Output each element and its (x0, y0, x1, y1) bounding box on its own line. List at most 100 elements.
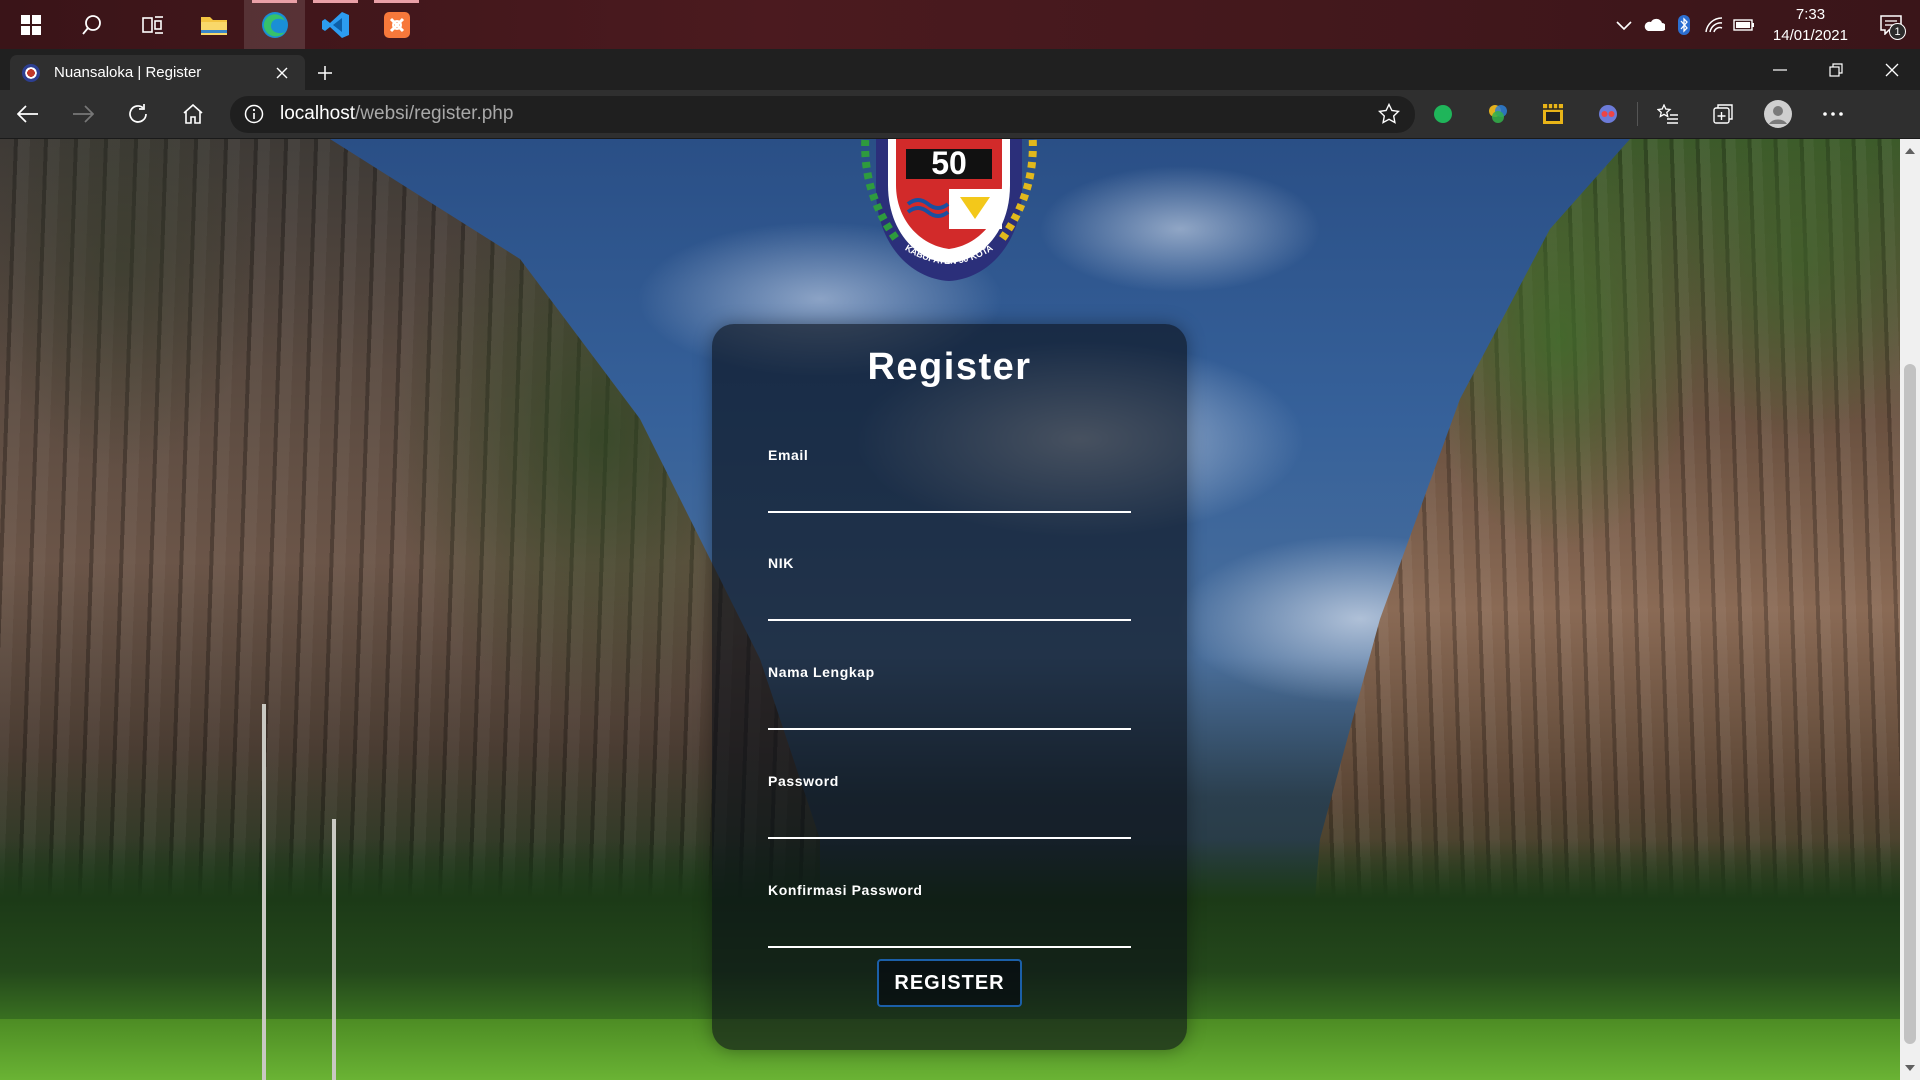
regency-emblem-logo: 50 KABUPATEN 50 KOTA (861, 139, 1037, 281)
task-view-icon (141, 15, 163, 34)
taskbar-clock[interactable]: 7:33 14/01/2021 (1759, 4, 1862, 46)
restore-icon (1829, 62, 1843, 77)
background-power-pole (262, 704, 266, 1080)
plus-icon (318, 65, 332, 80)
more-horizontal-icon (1822, 112, 1843, 116)
xampp-icon (383, 11, 410, 38)
task-view-button[interactable] (122, 0, 183, 49)
browser-toolbar: localhost/websi/register.php (0, 90, 1920, 139)
extension-color-picker[interactable] (1470, 90, 1525, 139)
clock-date: 14/01/2021 (1772, 26, 1848, 44)
tray-overflow-button[interactable] (1609, 0, 1639, 49)
star-icon (1378, 103, 1400, 124)
profile-button[interactable] (1750, 90, 1805, 139)
system-tray: 7:33 14/01/2021 1 (1609, 0, 1920, 49)
minimize-icon (1773, 68, 1787, 71)
settings-menu-button[interactable] (1805, 90, 1860, 139)
clock-time: 7:33 (1795, 5, 1826, 23)
home-button[interactable] (165, 90, 220, 139)
battery-icon (1733, 18, 1754, 31)
taskbar-edge[interactable] (244, 0, 305, 49)
name-field-group: Nama Lengkap (768, 664, 1131, 730)
edge-icon (261, 11, 288, 38)
page-scrollbar[interactable] (1900, 139, 1920, 1080)
background-power-pole (332, 819, 336, 1080)
password-input[interactable] (768, 805, 1131, 839)
close-icon (276, 67, 288, 78)
collections-icon (1712, 104, 1733, 124)
confirm-password-field-group: Konfirmasi Password (768, 882, 1131, 948)
arrow-right-icon (72, 105, 94, 123)
clapperboard-extension-icon (1542, 104, 1563, 124)
back-button[interactable] (0, 90, 55, 139)
vscode-icon (321, 11, 349, 38)
action-center-button[interactable]: 1 (1862, 0, 1920, 49)
site-info-icon[interactable] (242, 102, 266, 126)
refresh-button[interactable] (110, 90, 165, 139)
site-favicon-icon (22, 63, 40, 82)
scroll-down-button[interactable] (1900, 1058, 1920, 1078)
close-window-button[interactable] (1864, 49, 1920, 90)
caret-up-icon (1905, 148, 1915, 154)
taskbar-xampp[interactable] (366, 0, 427, 49)
folder-icon (200, 16, 227, 35)
home-icon (182, 104, 203, 124)
address-host: localhost (280, 103, 355, 124)
mask-extension-icon (1598, 105, 1617, 123)
register-button[interactable]: REGISTER (877, 959, 1022, 1007)
address-path: /websi/register.php (355, 103, 514, 124)
minimize-button[interactable] (1752, 49, 1808, 90)
favorites-button[interactable] (1640, 90, 1695, 139)
nik-field-group: NIK (768, 555, 1131, 621)
start-button[interactable] (0, 0, 61, 49)
confirm-password-label: Konfirmasi Password (768, 882, 923, 898)
bluetooth-icon (1677, 14, 1690, 35)
forward-button[interactable] (55, 90, 110, 139)
wifi-tray[interactable] (1699, 0, 1729, 49)
chevron-up-icon (1616, 20, 1632, 30)
nik-input[interactable] (768, 587, 1131, 621)
form-title: Register (867, 346, 1032, 388)
windows-logo-icon (20, 14, 41, 35)
full-name-input[interactable] (768, 696, 1131, 730)
nik-label: NIK (768, 555, 794, 571)
wifi-icon (1705, 16, 1723, 32)
green-circle-extension-icon (1433, 105, 1452, 123)
password-field-group: Password (768, 773, 1131, 839)
scroll-up-button[interactable] (1900, 141, 1920, 161)
onedrive-tray[interactable] (1639, 0, 1669, 49)
tab-close-button[interactable] (271, 62, 293, 84)
browser-tab-active[interactable]: Nuansaloka | Register (10, 55, 305, 90)
taskbar-file-explorer[interactable] (183, 0, 244, 49)
full-name-label: Nama Lengkap (768, 664, 875, 680)
emblem-number: 50 (931, 145, 967, 181)
email-label: Email (768, 447, 809, 463)
extension-mask[interactable] (1580, 90, 1635, 139)
battery-tray[interactable] (1729, 0, 1759, 49)
notification-count-badge: 1 (1889, 23, 1906, 40)
close-icon (1885, 63, 1899, 76)
new-tab-button[interactable] (305, 55, 345, 90)
address-bar[interactable]: localhost/websi/register.php (230, 95, 1415, 133)
bluetooth-tray[interactable] (1669, 0, 1699, 49)
extension-clapper[interactable] (1525, 90, 1580, 139)
restore-button[interactable] (1808, 49, 1864, 90)
search-icon (81, 14, 101, 35)
collections-button[interactable] (1695, 90, 1750, 139)
color-picker-extension-icon (1488, 105, 1507, 123)
taskbar-vscode[interactable] (305, 0, 366, 49)
scrollbar-thumb[interactable] (1904, 364, 1916, 1044)
window-controls (1752, 49, 1920, 90)
refresh-icon (128, 104, 147, 123)
taskbar-search-button[interactable] (61, 0, 122, 49)
arrow-left-icon (16, 105, 38, 123)
cloud-icon (1644, 18, 1665, 31)
email-input[interactable] (768, 479, 1131, 513)
windows-taskbar: 7:33 14/01/2021 1 (0, 0, 1920, 49)
email-field-group: Email (768, 447, 1131, 513)
favorites-list-icon (1656, 104, 1678, 124)
confirm-password-input[interactable] (768, 914, 1131, 948)
favorite-star-button[interactable] (1375, 100, 1403, 128)
extension-green[interactable] (1415, 90, 1470, 139)
page-viewport: 50 KABUPATEN 50 KOTA Register Email NIK … (0, 139, 1900, 1080)
